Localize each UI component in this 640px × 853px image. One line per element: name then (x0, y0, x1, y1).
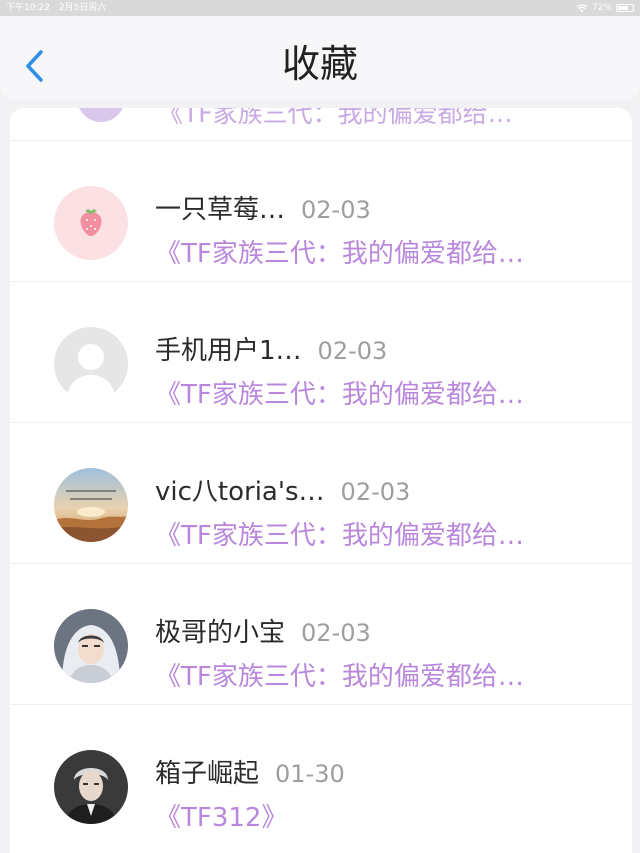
list-item[interactable]: 极哥的小宝 02-03 《TF家族三代：我的偏爱都给… (10, 563, 632, 704)
avatar (54, 186, 128, 260)
name-line: 一只草莓… 02-03 (155, 189, 371, 225)
person-portrait-avatar-icon (54, 750, 128, 824)
status-left: 下午10:22 2月5日周六 (6, 0, 112, 16)
username: vic八toria's… (155, 477, 325, 507)
favorites-list: 《TF家族三代：我的偏爱都给… 一只草莓… 02-03 《TF家族三代：我的偏爱… (10, 108, 632, 853)
date: 02-03 (340, 478, 411, 506)
default-user-avatar-icon (54, 327, 128, 401)
name-line: 手机用户1… 02-03 (155, 330, 387, 366)
date: 02-03 (301, 196, 371, 224)
avatar (54, 609, 128, 683)
battery-fill (618, 6, 628, 10)
book-title: 《TF家族三代：我的偏爱都给… (158, 108, 513, 128)
avatar (54, 750, 128, 824)
book-title: 《TF家族三代：我的偏爱都给… (155, 662, 524, 692)
header: 收藏 (0, 16, 640, 100)
avatar (54, 327, 128, 401)
status-bar: 下午10:22 2月5日周六 72% (0, 0, 640, 16)
list-item[interactable]: 手机用户1… 02-03 《TF家族三代：我的偏爱都给… (10, 281, 632, 422)
strawberry-avatar-icon (54, 186, 128, 260)
book-title: 《TF家族三代：我的偏爱都给… (155, 380, 524, 410)
date: 02-03 (301, 619, 371, 647)
book-title: 《TF家族三代：我的偏爱都给… (155, 239, 524, 269)
avatar (76, 108, 126, 122)
status-right: 72% (576, 0, 634, 16)
username: 箱子崛起 (155, 759, 260, 789)
avatar (54, 468, 128, 542)
status-date: 2月5日周六 (58, 3, 107, 13)
list-item-partial[interactable]: 《TF家族三代：我的偏爱都给… (10, 108, 632, 140)
status-time: 下午10:22 (6, 3, 50, 13)
sunset-sea-avatar-icon (54, 468, 128, 542)
username: 极哥的小宝 (155, 618, 286, 648)
list-item[interactable]: 一只草莓… 02-03 《TF家族三代：我的偏爱都给… (10, 140, 632, 281)
list-item[interactable]: vic八toria's… 02-03 《TF家族三代：我的偏爱都给… (10, 422, 632, 563)
username: 手机用户1… (155, 336, 302, 366)
name-line: 箱子崛起 01-30 (155, 753, 345, 789)
person-hood-avatar-icon (54, 609, 128, 683)
date: 02-03 (317, 337, 388, 365)
username: 一只草莓… (155, 195, 286, 225)
battery-percent: 72% (591, 3, 612, 13)
date: 01-30 (275, 760, 345, 788)
book-title: 《TF312》 (155, 803, 288, 833)
list-item[interactable]: 箱子崛起 01-30 《TF312》 (10, 704, 632, 845)
name-line: 极哥的小宝 02-03 (155, 612, 371, 648)
book-title: 《TF家族三代：我的偏爱都给… (155, 521, 524, 551)
name-line: vic八toria's… 02-03 (155, 471, 410, 507)
wifi-icon (576, 3, 588, 12)
page-title: 收藏 (281, 42, 358, 86)
battery-icon (616, 4, 634, 12)
